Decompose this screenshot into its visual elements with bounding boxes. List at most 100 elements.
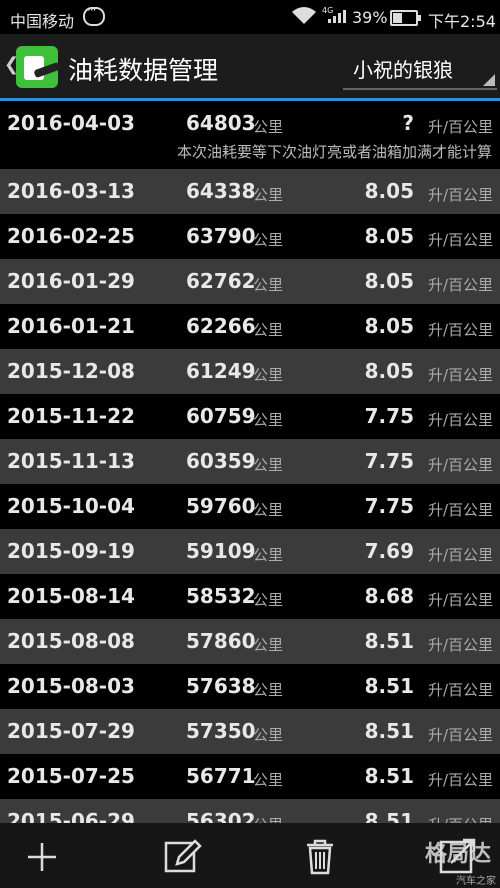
list-item[interactable]: 2016-04-03 64803 公里? 升/百公里 本次油耗要等下次油灯亮或者油箱加满… — [0, 101, 500, 169]
record-odometer: 61249 — [186, 359, 256, 383]
consumption-unit: 升/百公里 — [427, 231, 493, 249]
list-item[interactable]: 2015-08-14 58532 公里 8.68 升/百公里 — [0, 574, 500, 619]
record-odometer: 58532 — [186, 584, 256, 608]
record-consumption: 8.05 — [364, 359, 414, 383]
record-date: 2016-03-13 — [7, 179, 135, 203]
record-consumption: 8.05 — [364, 224, 414, 248]
consumption-unit: 升/百公里 — [427, 456, 493, 474]
record-date: 2016-01-29 — [7, 269, 135, 293]
record-consumption: 8.68 — [364, 584, 414, 608]
record-date: 2015-09-19 — [7, 539, 135, 563]
record-consumption: 8.05 — [364, 269, 414, 293]
record-date: 2016-01-21 — [7, 314, 135, 338]
record-date: 2015-08-03 — [7, 674, 135, 698]
list-item[interactable]: 2015-10-04 59760 公里 7.75 升/百公里 — [0, 484, 500, 529]
battery-percent: 39% — [352, 8, 388, 27]
distance-unit: 公里 — [253, 186, 284, 204]
record-odometer: 63790 — [186, 224, 256, 248]
consumption-unit: 升/百公里 — [427, 276, 493, 294]
status-bar: 中国移动 4G 39% 下午2:54 — [0, 0, 500, 34]
record-consumption: 8.51 — [364, 629, 414, 653]
add-icon[interactable] — [17, 831, 67, 881]
record-odometer: 62762 — [186, 269, 256, 293]
consumption-unit: 升/百公里 — [427, 118, 493, 136]
consumption-unit: 升/百公里 — [427, 726, 493, 744]
page-title: 油耗数据管理 — [68, 56, 219, 85]
record-consumption: ? — [402, 111, 414, 135]
list-item[interactable]: 2016-01-21 62266 公里 8.05 升/百公里 — [0, 304, 500, 349]
record-consumption: 8.51 — [364, 719, 414, 743]
list-item[interactable]: 2015-11-13 60359 公里 7.75 升/百公里 — [0, 439, 500, 484]
fuel-record-list[interactable]: 2016-04-03 64803 公里? 升/百公里 本次油耗要等下次油灯亮或者油箱加满… — [0, 101, 500, 844]
distance-unit: 公里 — [253, 411, 284, 429]
record-consumption: 7.75 — [364, 404, 414, 428]
consumption-unit: 升/百公里 — [427, 366, 493, 384]
list-item[interactable]: 2015-07-29 57350 公里 8.51 升/百公里 — [0, 709, 500, 754]
record-odometer: 64338 — [186, 179, 256, 203]
signal-icon — [328, 10, 346, 23]
record-odometer: 60759 — [186, 404, 256, 428]
consumption-unit: 升/百公里 — [427, 771, 493, 789]
record-date: 2015-10-04 — [7, 494, 135, 518]
record-date: 2015-08-08 — [7, 629, 135, 653]
record-odometer: 57860 — [186, 629, 256, 653]
account-label: 小祝的银狼 — [353, 58, 453, 82]
record-odometer: 60359 — [186, 449, 256, 473]
record-date: 2016-02-25 — [7, 224, 135, 248]
record-date: 2015-07-25 — [7, 764, 135, 788]
list-item[interactable]: 2015-07-25 56771 公里 8.51 升/百公里 — [0, 754, 500, 799]
list-item[interactable]: 2015-08-08 57860 公里 8.51 升/百公里 — [0, 619, 500, 664]
record-consumption: 7.75 — [364, 494, 414, 518]
distance-unit: 公里 — [253, 591, 284, 609]
distance-unit: 公里 — [253, 276, 284, 294]
dropdown-triangle-icon — [483, 74, 495, 86]
record-date: 2015-12-08 — [7, 359, 135, 383]
record-consumption: 8.51 — [364, 764, 414, 788]
list-item[interactable]: 2016-01-29 62762 公里 8.05 升/百公里 — [0, 259, 500, 304]
delete-icon[interactable] — [295, 831, 345, 881]
list-item[interactable]: 2015-09-19 59109 公里 7.69 升/百公里 — [0, 529, 500, 574]
action-bar: ❮ 油耗数据管理 小祝的银狼 — [0, 34, 500, 98]
consumption-unit: 升/百公里 — [427, 321, 493, 339]
record-odometer: 64803 — [186, 111, 256, 135]
distance-unit: 公里 — [253, 726, 284, 744]
account-spinner[interactable]: 小祝的银狼 — [343, 48, 497, 90]
list-item[interactable]: 2015-08-03 57638 公里 8.51 升/百公里 — [0, 664, 500, 709]
carrier-label: 中国移动 — [10, 12, 75, 31]
distance-unit: 公里 — [253, 681, 284, 699]
wifi-icon — [291, 6, 317, 31]
message-icon — [83, 3, 105, 26]
record-consumption: 8.51 — [364, 674, 414, 698]
record-odometer: 56771 — [186, 764, 256, 788]
record-odometer: 59760 — [186, 494, 256, 518]
record-date: 2015-11-22 — [7, 404, 135, 428]
app-logo-icon[interactable] — [16, 46, 58, 88]
distance-unit: 公里 — [253, 546, 284, 564]
distance-unit: 公里 — [253, 636, 284, 654]
clock: 下午2:54 — [428, 12, 496, 31]
record-note: 本次油耗要等下次油灯亮或者油箱加满才能计算 — [176, 143, 492, 161]
consumption-unit: 升/百公里 — [427, 636, 493, 654]
record-odometer: 57638 — [186, 674, 256, 698]
distance-unit: 公里 — [253, 456, 284, 474]
consumption-unit: 升/百公里 — [427, 186, 493, 204]
list-item[interactable]: 2015-12-08 61249 公里 8.05 升/百公里 — [0, 349, 500, 394]
record-date: 2015-11-13 — [7, 449, 135, 473]
list-item[interactable]: 2015-11-22 60759 公里 7.75 升/百公里 — [0, 394, 500, 439]
consumption-unit: 升/百公里 — [427, 411, 493, 429]
watermark-caption: 汽车之家 — [456, 876, 496, 887]
consumption-unit: 升/百公里 — [427, 681, 493, 699]
record-date: 2016-04-03 — [7, 111, 135, 135]
record-odometer: 59109 — [186, 539, 256, 563]
watermark-logo: 格局达 — [425, 842, 492, 867]
record-date: 2015-07-29 — [7, 719, 135, 743]
record-date: 2015-08-14 — [7, 584, 135, 608]
distance-unit: 公里 — [253, 771, 284, 789]
record-consumption: 8.05 — [364, 314, 414, 338]
list-item[interactable]: 2016-02-25 63790 公里 8.05 升/百公里 — [0, 214, 500, 259]
distance-unit: 公里 — [253, 321, 284, 339]
battery-icon — [390, 10, 421, 26]
list-item[interactable]: 2016-03-13 64338 公里 8.05 升/百公里 — [0, 169, 500, 214]
edit-icon[interactable] — [157, 831, 207, 881]
consumption-unit: 升/百公里 — [427, 591, 493, 609]
